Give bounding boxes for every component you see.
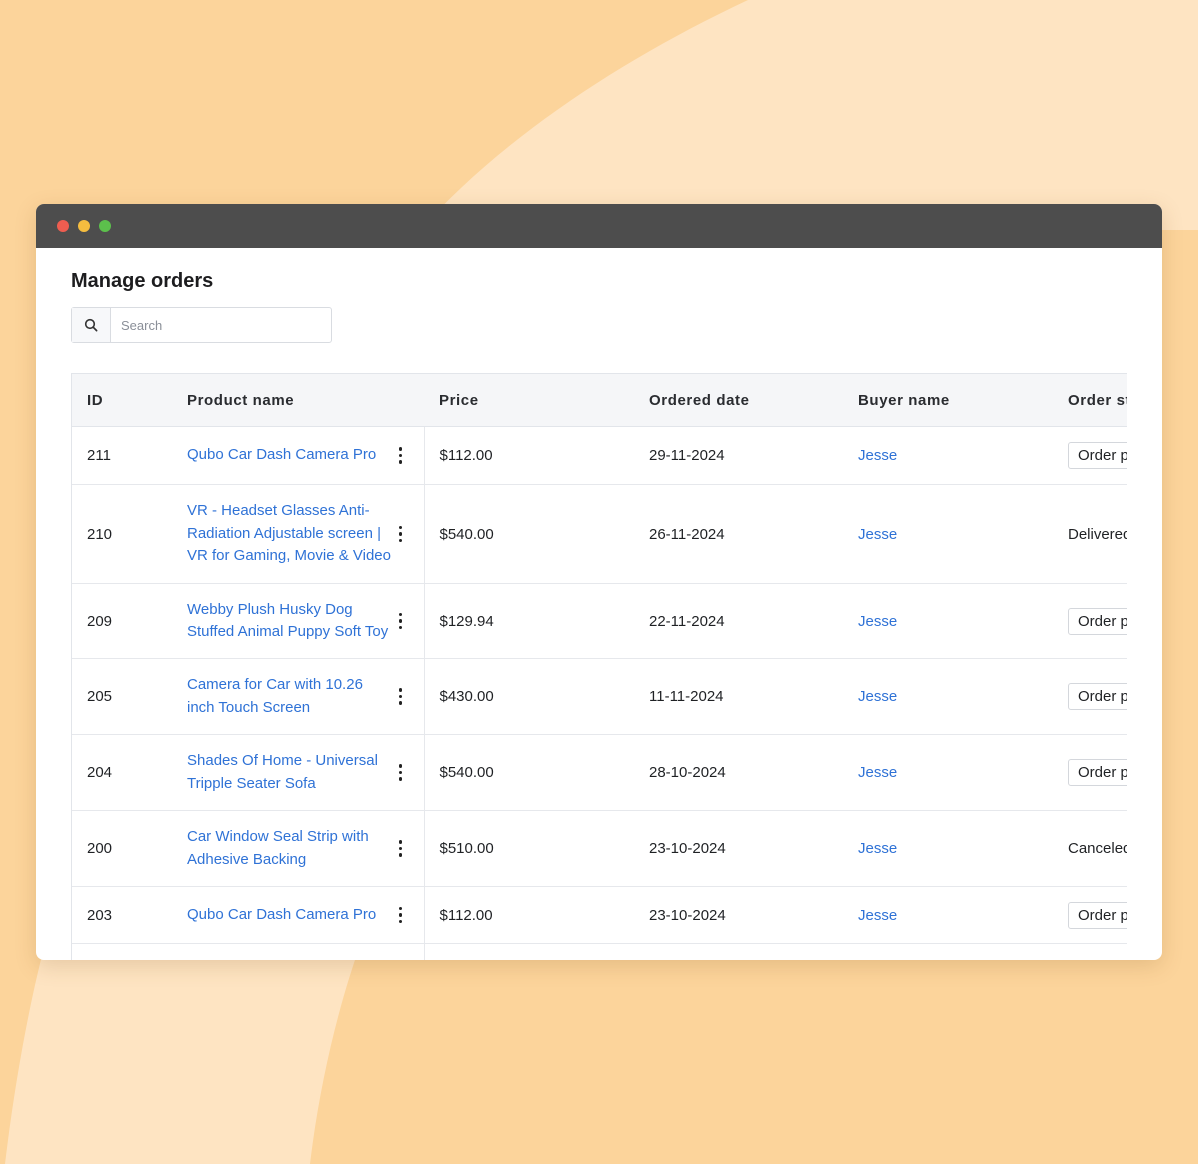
more-options-icon[interactable] <box>393 763 409 783</box>
orders-table: ID Product name Price Ordered date Buyer… <box>72 374 1127 960</box>
order-status-select[interactable]: Order placed <box>1068 759 1127 786</box>
order-id: 210 <box>72 484 172 584</box>
table-row <box>72 943 1127 960</box>
order-date: 22-11-2024 <box>634 583 843 659</box>
table-row: 209 Webby Plush Husky Dog Stuffed Animal… <box>72 583 1127 659</box>
product-cell: Webby Plush Husky Dog Stuffed Animal Pup… <box>172 583 425 659</box>
order-status-text: Canceled <box>1068 840 1127 857</box>
maximize-window-button[interactable] <box>99 220 111 232</box>
table-row: 203 Qubo Car Dash Camera Pro $112.00 23-… <box>72 886 1127 944</box>
more-options-icon[interactable] <box>393 839 409 859</box>
more-options-icon[interactable] <box>393 905 409 925</box>
order-id: 211 <box>72 426 172 485</box>
order-id: 200 <box>72 810 172 887</box>
window-titlebar <box>36 204 1162 248</box>
column-header-price[interactable]: Price <box>424 374 634 427</box>
column-header-product-name[interactable]: Product name <box>172 374 424 427</box>
product-cell: Car Window Seal Strip with Adhesive Back… <box>172 810 425 887</box>
buyer-name-link[interactable]: Jesse <box>858 447 897 464</box>
close-window-button[interactable] <box>57 220 69 232</box>
more-options-icon[interactable] <box>393 611 409 631</box>
order-id: 205 <box>72 658 172 735</box>
column-header-ordered-date[interactable]: Ordered date <box>634 374 843 427</box>
table-row: 200 Car Window Seal Strip with Adhesive … <box>72 810 1127 887</box>
minimize-window-button[interactable] <box>78 220 90 232</box>
search-box <box>71 307 332 343</box>
order-status-select[interactable]: Order placed <box>1068 901 1127 929</box>
order-date: 23-10-2024 <box>634 810 843 887</box>
order-price: $540.00 <box>424 734 634 811</box>
order-date: 28-10-2024 <box>634 734 843 811</box>
order-id: 209 <box>72 583 172 659</box>
column-header-order-status[interactable]: Order status <box>1053 374 1127 427</box>
order-price: $540.00 <box>424 484 634 584</box>
product-name-link[interactable]: VR - Headset Glasses Anti-Radiation Adju… <box>187 500 393 568</box>
search-input[interactable] <box>111 309 331 341</box>
product-name-link[interactable]: Qubo Car Dash Camera Pro <box>187 444 393 467</box>
order-status-select[interactable]: Order placed <box>1068 442 1127 469</box>
product-name-link[interactable]: Qubo Car Dash Camera Pro <box>187 904 393 927</box>
order-status-select[interactable]: Order placed <box>1068 683 1127 710</box>
product-cell: Qubo Car Dash Camera Pro <box>172 886 425 944</box>
page-title: Manage orders <box>71 270 214 292</box>
order-price: $112.00 <box>424 426 634 485</box>
product-cell: VR - Headset Glasses Anti-Radiation Adju… <box>172 484 425 584</box>
app-window: Manage orders Search ID Product name Pri… <box>36 204 1162 960</box>
product-name-link[interactable]: Car Window Seal Strip with Adhesive Back… <box>187 826 393 871</box>
product-cell: Camera for Car with 10.26 inch Touch Scr… <box>172 658 425 735</box>
order-date: 23-10-2024 <box>634 886 843 944</box>
search-icon[interactable] <box>72 308 111 342</box>
order-id: 203 <box>72 886 172 944</box>
order-status-select[interactable]: Order placed <box>1068 607 1127 635</box>
product-name-link[interactable]: Camera for Car with 10.26 inch Touch Scr… <box>187 674 393 719</box>
buyer-name-link[interactable]: Jesse <box>858 840 897 857</box>
product-cell: Shades Of Home - Universal Tripple Seate… <box>172 734 425 811</box>
product-cell: Qubo Car Dash Camera Pro <box>172 426 425 485</box>
order-date: 11-11-2024 <box>634 658 843 735</box>
more-options-icon[interactable] <box>393 446 409 466</box>
order-price: $129.94 <box>424 583 634 659</box>
table-row: 204 Shades Of Home - Universal Tripple S… <box>72 734 1127 811</box>
table-header-row: ID Product name Price Ordered date Buyer… <box>72 374 1127 427</box>
buyer-name-link[interactable]: Jesse <box>858 688 897 705</box>
page-content: Manage orders Search ID Product name Pri… <box>36 248 1162 960</box>
more-options-icon[interactable] <box>393 687 409 707</box>
buyer-name-link[interactable]: Jesse <box>858 526 897 543</box>
buyer-name-link[interactable]: Jesse <box>858 907 897 924</box>
product-name-link[interactable]: Webby Plush Husky Dog Stuffed Animal Pup… <box>187 599 393 644</box>
table-row: 210 VR - Headset Glasses Anti-Radiation … <box>72 484 1127 584</box>
more-options-icon[interactable] <box>393 524 409 544</box>
order-price: $510.00 <box>424 810 634 887</box>
order-date: 26-11-2024 <box>634 484 843 584</box>
table-row: 205 Camera for Car with 10.26 inch Touch… <box>72 658 1127 735</box>
order-price: $112.00 <box>424 886 634 944</box>
order-date: 29-11-2024 <box>634 426 843 485</box>
table-row: 211 Qubo Car Dash Camera Pro $112.00 29-… <box>72 426 1127 485</box>
buyer-name-link[interactable]: Jesse <box>858 764 897 781</box>
column-header-buyer-name[interactable]: Buyer name <box>843 374 1053 427</box>
order-price: $430.00 <box>424 658 634 735</box>
orders-table-container: ID Product name Price Ordered date Buyer… <box>71 373 1127 960</box>
product-name-link[interactable]: Shades Of Home - Universal Tripple Seate… <box>187 750 393 795</box>
order-id: 204 <box>72 734 172 811</box>
column-header-id[interactable]: ID <box>72 374 172 427</box>
buyer-name-link[interactable]: Jesse <box>858 613 897 630</box>
order-status-text: Delivered <box>1068 525 1127 543</box>
